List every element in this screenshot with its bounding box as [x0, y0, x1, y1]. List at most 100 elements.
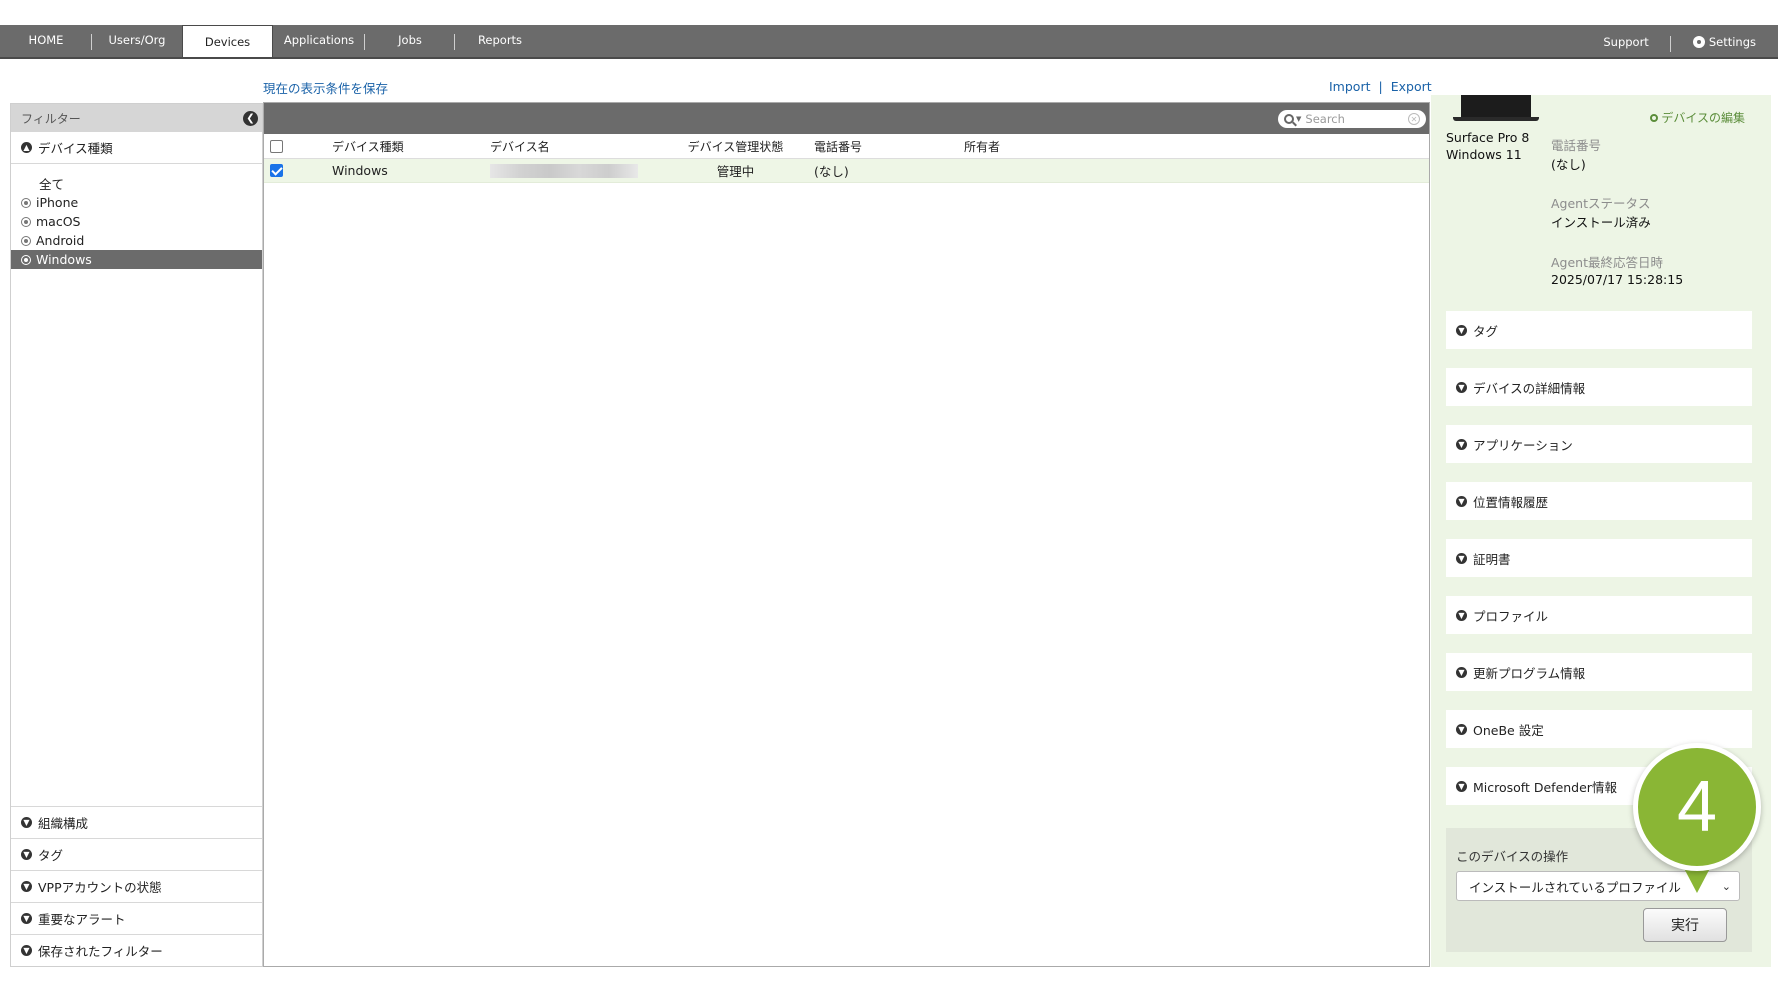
chevron-down-icon: ▼: [1456, 723, 1467, 735]
filter-bottom-sections: ▼ 組織構成 ▼ タグ ▼ VPPアカウントの状態 ▼ 重要なアラート ▼ 保存…: [11, 806, 262, 966]
cell-status: 管理中: [716, 164, 755, 179]
chevron-down-icon: ▼: [1456, 780, 1467, 792]
chevron-down-icon: ▼: [21, 817, 32, 828]
tab-users-org[interactable]: Users/Org: [92, 23, 182, 57]
collapse-left-icon[interactable]: ❮: [243, 110, 258, 126]
section-label: デバイスの詳細情報: [1473, 380, 1586, 396]
chevron-down-icon: ▼: [1456, 609, 1467, 621]
section-tag[interactable]: ▼ タグ: [1446, 311, 1752, 349]
tab-jobs[interactable]: Jobs: [365, 23, 455, 57]
tab-home[interactable]: HOME: [0, 23, 92, 57]
row-checkbox[interactable]: [270, 164, 283, 177]
chevron-down-icon: ▼: [21, 881, 32, 892]
radio-icon: [21, 235, 31, 246]
filter-item-label: Android: [36, 233, 85, 248]
edit-device-link[interactable]: デバイスの編集: [1650, 109, 1745, 126]
section-label: Microsoft Defender情報: [1473, 779, 1617, 795]
laptop-base: [1453, 117, 1539, 121]
select-all-checkbox[interactable]: [270, 139, 283, 153]
filter-section-org[interactable]: ▼ 組織構成: [11, 806, 262, 838]
filter-item-iphone[interactable]: iPhone: [11, 193, 262, 212]
support-link[interactable]: Support: [1581, 25, 1672, 59]
section-applications[interactable]: ▼ アプリケーション: [1446, 425, 1752, 463]
filter-section-label: 重要なアラート: [38, 912, 126, 927]
laptop-icon: [1453, 95, 1539, 123]
chevron-down-icon: ▼: [21, 945, 32, 956]
laptop-screen: [1461, 95, 1531, 117]
chevron-down-icon: ▼: [21, 913, 32, 924]
column-header-name[interactable]: デバイス名: [490, 138, 664, 155]
agent-last-value: 2025/07/17 15:28:15: [1551, 272, 1684, 287]
table-row[interactable]: Windows 管理中 (なし): [264, 159, 1429, 183]
chevron-down-icon: ▼: [1456, 438, 1467, 450]
link-separator: |: [1378, 79, 1383, 94]
filter-item-android[interactable]: Android: [11, 231, 262, 250]
filter-item-label: macOS: [36, 214, 81, 229]
section-profiles[interactable]: ▼ プロファイル: [1446, 596, 1752, 634]
device-model: Surface Pro 8: [1446, 130, 1530, 145]
section-device-details[interactable]: ▼ デバイスの詳細情報: [1446, 368, 1752, 406]
device-table: ▼ Search ✕ デバイス種類 デバイス名 デバイス管理状態 電話番号 所有…: [263, 102, 1430, 967]
tab-applications[interactable]: Applications: [273, 23, 365, 57]
filter-section-alerts[interactable]: ▼ 重要なアラート: [11, 902, 262, 934]
table-header: デバイス種類 デバイス名 デバイス管理状態 電話番号 所有者: [264, 134, 1429, 159]
column-header-owner[interactable]: 所有者: [964, 138, 1429, 155]
agent-last-label: Agent最終応答日時: [1551, 255, 1663, 270]
filter-item-windows[interactable]: Windows: [11, 250, 262, 269]
section-location-history[interactable]: ▼ 位置情報履歴: [1446, 482, 1752, 520]
run-button[interactable]: 実行: [1643, 908, 1727, 942]
chevron-down-icon: ▼: [1456, 324, 1467, 336]
phone-value: (なし): [1551, 157, 1586, 172]
step-badge: 4: [1633, 743, 1761, 903]
save-view-link[interactable]: 現在の表示条件を保存: [263, 78, 388, 97]
section-label: 位置情報履歴: [1473, 494, 1549, 510]
column-header-phone[interactable]: 電話番号: [807, 138, 964, 155]
search-icon: [1284, 114, 1294, 124]
phone-label: 電話番号: [1551, 138, 1602, 153]
section-updates[interactable]: ▼ 更新プログラム情報: [1446, 653, 1752, 691]
radio-icon: [21, 197, 31, 208]
section-label: タグ: [1473, 323, 1499, 339]
caret-down-icon: ▼: [1296, 115, 1302, 123]
filter-header: フィルター ❮: [11, 104, 262, 132]
filter-section-label: 組織構成: [38, 816, 89, 831]
filter-section-saved[interactable]: ▼ 保存されたフィルター: [11, 934, 262, 966]
gear-icon: [1692, 36, 1705, 48]
filter-item-all[interactable]: 全て: [11, 174, 262, 193]
import-link[interactable]: Import: [1329, 79, 1371, 94]
filter-item-label: Windows: [36, 252, 92, 267]
chevron-down-icon: ▼: [21, 849, 32, 860]
settings-label: Settings: [1708, 35, 1756, 49]
filter-title: フィルター: [21, 111, 81, 126]
tab-reports[interactable]: Reports: [455, 23, 545, 57]
tab-devices[interactable]: Devices: [182, 25, 273, 57]
page: HOME Users/Org Devices Applications Jobs…: [0, 0, 1778, 1000]
agent-status-value: インストール済み: [1551, 215, 1651, 230]
table-toolbar: ▼ Search ✕: [264, 103, 1429, 134]
radio-icon: [21, 216, 31, 227]
chevron-down-icon: ▼: [1456, 552, 1467, 564]
section-label: 証明書: [1473, 551, 1511, 567]
column-header-status[interactable]: デバイス管理状態: [664, 138, 807, 155]
search-input[interactable]: ▼ Search ✕: [1278, 110, 1426, 128]
chevron-down-icon: ▼: [1456, 495, 1467, 507]
redacted-name: [490, 164, 638, 179]
export-link[interactable]: Export: [1391, 79, 1432, 94]
filter-section-vpp[interactable]: ▼ VPPアカウントの状態: [11, 870, 262, 902]
device-os: Windows 11: [1446, 147, 1522, 162]
operation-title: このデバイスの操作: [1456, 849, 1569, 864]
section-label: 更新プログラム情報: [1473, 665, 1586, 681]
agent-status-label: Agentステータス: [1551, 196, 1651, 211]
filter-section-tag[interactable]: ▼ タグ: [11, 838, 262, 870]
clear-icon[interactable]: ✕: [1408, 113, 1420, 125]
select-all-cell: [264, 139, 332, 153]
filter-section-device-type[interactable]: ▲ デバイス種類: [11, 132, 262, 164]
edit-icon: [1650, 113, 1659, 122]
import-export-links: Import | Export: [1329, 79, 1432, 94]
column-header-type[interactable]: デバイス種類: [332, 138, 490, 155]
filter-item-macos[interactable]: macOS: [11, 212, 262, 231]
section-label: プロファイル: [1473, 608, 1549, 624]
section-certificates[interactable]: ▼ 証明書: [1446, 539, 1752, 577]
settings-link[interactable]: Settings: [1671, 25, 1778, 59]
device-type-list: 全て iPhone macOS Android Windows: [11, 164, 262, 269]
